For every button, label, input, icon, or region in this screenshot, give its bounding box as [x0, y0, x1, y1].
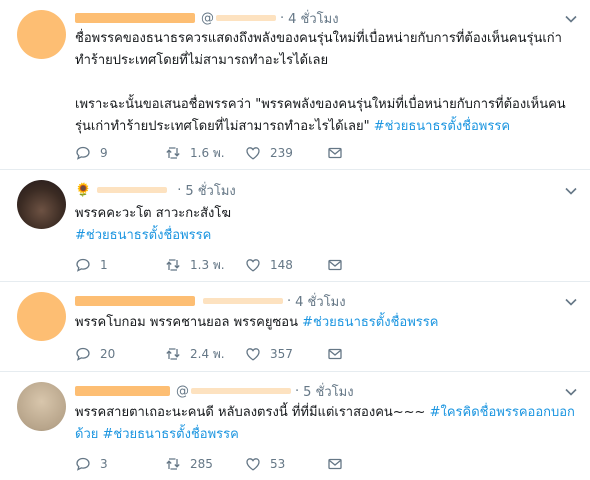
- retweet-icon: [166, 147, 180, 159]
- avatar[interactable]: [17, 180, 66, 229]
- redacted-handle: [191, 388, 291, 394]
- hashtag-link[interactable]: #ช่วยธนาธรตั้งชื่อพรรค: [302, 315, 438, 330]
- envelope-icon: [328, 348, 342, 360]
- retweet-icon: [166, 259, 180, 271]
- avatar[interactable]: [17, 382, 66, 431]
- reply-icon: [76, 258, 90, 272]
- heart-icon: [246, 348, 260, 361]
- avatar[interactable]: [17, 10, 66, 59]
- like-button[interactable]: 53: [245, 456, 327, 472]
- chevron-down-icon[interactable]: [564, 184, 578, 198]
- tweet-4[interactable]: @ · 5 ชั่วโมง พรรคสายตาเถอะนะคนดี หลับลง…: [0, 372, 590, 480]
- reply-button[interactable]: 9: [75, 145, 165, 161]
- envelope-icon: [328, 259, 342, 271]
- redacted-display-name[interactable]: [97, 187, 168, 193]
- avatar[interactable]: [17, 292, 66, 341]
- tweet-paragraph: พรรคโบกอม พรรคชานยอล พรรคยูซอน #ช่วยธนาธ…: [75, 315, 439, 330]
- tweet-text: พรรคคะวะโต สาวะกะสังโฆ #ช่วยธนาธรตั้งชื่…: [75, 203, 575, 247]
- timestamp[interactable]: 4 ชั่วโมง: [288, 8, 338, 29]
- chevron-down-icon[interactable]: [564, 295, 578, 309]
- hashtag-link[interactable]: #ช่วยธนาธรตั้งชื่อพรรค: [75, 228, 211, 243]
- chevron-down-icon[interactable]: [564, 385, 578, 399]
- timestamp[interactable]: 4 ชั่วโมง: [295, 291, 345, 312]
- tweet-header: @ · 5 ชั่วโมง: [75, 381, 354, 401]
- retweet-count: 2.4 พ.: [190, 346, 225, 361]
- like-count: 239: [270, 146, 293, 160]
- user-handle[interactable]: @: [201, 11, 214, 26]
- tweet-text: พรรคโบกอม พรรคชานยอล พรรคยูซอน #ช่วยธนาธ…: [75, 312, 575, 334]
- timestamp[interactable]: 5 ชั่วโมง: [303, 381, 353, 402]
- reply-count: 20: [100, 347, 116, 361]
- reply-count: 1: [100, 258, 108, 272]
- like-button[interactable]: 239: [245, 145, 327, 161]
- separator-dot: ·: [295, 383, 300, 399]
- reply-button[interactable]: 1: [75, 257, 165, 273]
- heart-icon: [246, 147, 260, 160]
- reply-count: 3: [100, 457, 108, 471]
- retweet-button[interactable]: 1.6 พ.: [165, 144, 245, 163]
- reply-count: 9: [100, 146, 108, 160]
- timestamp[interactable]: 5 ชั่วโมง: [185, 180, 235, 201]
- tweet-actions: 9 1.6 พ. 239: [75, 143, 343, 163]
- separator-dot: ·: [287, 293, 292, 309]
- retweet-count: 1.3 พ.: [190, 257, 225, 272]
- tweet-text: ชื่อพรรคของธนาธรควรแสดงถึงพลังของคนรุ่นใ…: [75, 28, 575, 138]
- envelope-icon: [328, 458, 342, 470]
- retweet-button[interactable]: 1.3 พ.: [165, 256, 245, 275]
- chevron-down-icon[interactable]: [564, 12, 578, 26]
- retweet-count: 285: [190, 457, 213, 471]
- reply-button[interactable]: 20: [75, 346, 165, 362]
- heart-icon: [246, 259, 260, 272]
- tweet-3[interactable]: · 4 ชั่วโมง พรรคโบกอม พรรคชานยอล พรรคยูซ…: [0, 282, 590, 372]
- like-count: 148: [270, 258, 293, 272]
- tweet-text: พรรคสายตาเถอะนะคนดี หลับลงตรงนี้ ที่ที่ม…: [75, 402, 575, 446]
- hashtag-link[interactable]: #ช่วยธนาธรตั้งชื่อพรรค: [374, 119, 510, 134]
- direct-message-button[interactable]: [327, 257, 343, 273]
- separator-dot: ·: [280, 10, 285, 26]
- tweet-actions: 3 285 53: [75, 454, 343, 474]
- redacted-handle: [216, 15, 276, 21]
- redacted-handle: [203, 298, 283, 304]
- reply-button[interactable]: 3: [75, 456, 165, 472]
- tweet-paragraph: พรรคสายตาเถอะนะคนดี หลับลงตรงนี้ ที่ที่ม…: [75, 405, 575, 442]
- tweet-paragraph: #ช่วยธนาธรตั้งชื่อพรรค: [75, 225, 575, 247]
- redacted-display-name[interactable]: [75, 296, 195, 306]
- retweet-count: 1.6 พ.: [190, 145, 225, 160]
- direct-message-button[interactable]: [327, 456, 343, 472]
- redacted-display-name[interactable]: [75, 13, 195, 23]
- tweet-paragraph: พรรคคะวะโต สาวะกะสังโฆ: [75, 206, 232, 221]
- like-button[interactable]: 357: [245, 346, 327, 362]
- like-count: 357: [270, 347, 293, 361]
- tweet-actions: 1 1.3 พ. 148: [75, 255, 343, 275]
- direct-message-button[interactable]: [327, 145, 343, 161]
- tweet-2[interactable]: 🌻 · 5 ชั่วโมง พรรคคะวะโต สาวะกะสังโฆ #ช่…: [0, 170, 590, 282]
- retweet-icon: [166, 458, 180, 470]
- tweet-header: · 4 ชั่วโมง: [75, 291, 346, 311]
- separator-dot: ·: [177, 182, 182, 198]
- heart-icon: [246, 458, 260, 471]
- tweet-header: 🌻 · 5 ชั่วโมง: [75, 180, 236, 200]
- like-button[interactable]: 148: [245, 257, 327, 273]
- user-handle[interactable]: @: [176, 384, 189, 399]
- direct-message-button[interactable]: [327, 346, 343, 362]
- envelope-icon: [328, 147, 342, 159]
- retweet-button[interactable]: 2.4 พ.: [165, 345, 245, 364]
- tweet-actions: 20 2.4 พ. 357: [75, 344, 343, 364]
- retweet-icon: [166, 348, 180, 360]
- reply-icon: [76, 457, 90, 471]
- sunflower-emoji: 🌻: [75, 182, 92, 198]
- tweet-header: @ · 4 ชั่วโมง: [75, 8, 339, 28]
- like-count: 53: [270, 457, 286, 471]
- redacted-display-name[interactable]: [75, 386, 170, 396]
- retweet-button[interactable]: 285: [165, 456, 245, 472]
- reply-icon: [76, 347, 90, 361]
- tweet-paragraph: เพราะฉะนั้นขอเสนอชื่อพรรคว่า "พรรคพลังขอ…: [75, 97, 566, 134]
- reply-icon: [76, 146, 90, 160]
- tweet-paragraph: ชื่อพรรคของธนาธรควรแสดงถึงพลังของคนรุ่นใ…: [75, 31, 562, 68]
- tweet-1[interactable]: @ · 4 ชั่วโมง ชื่อพรรคของธนาธรควรแสดงถึง…: [0, 0, 590, 170]
